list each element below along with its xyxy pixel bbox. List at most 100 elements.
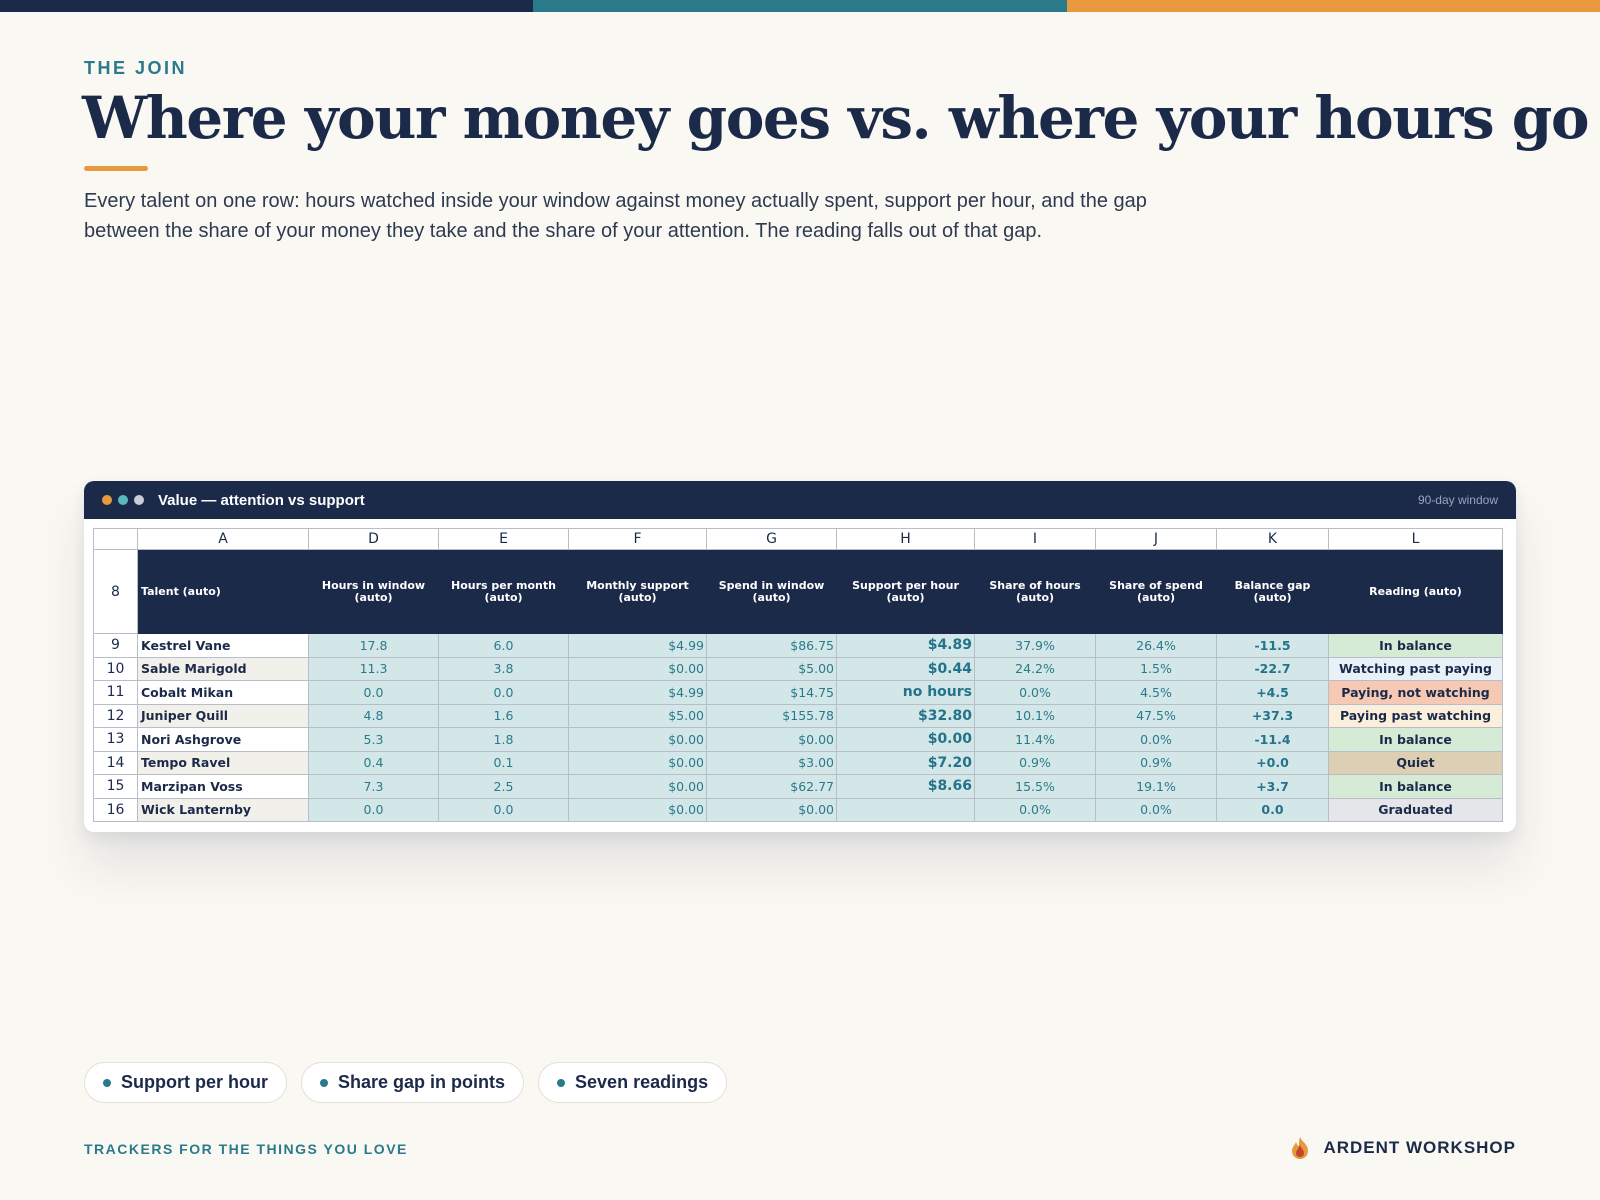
- cell-hours-window[interactable]: 0.4: [308, 750, 439, 775]
- header-cell-hours-window[interactable]: Hours in window (auto): [308, 549, 439, 634]
- header-cell-talent[interactable]: Talent (auto): [137, 549, 309, 634]
- cell-monthly-support[interactable]: $0.00: [568, 750, 707, 775]
- column-header[interactable]: K: [1216, 528, 1329, 550]
- cell-hours-month[interactable]: 0.0: [438, 680, 569, 705]
- cell-monthly-support[interactable]: $0.00: [568, 656, 707, 681]
- cell-hours-month[interactable]: 0.1: [438, 750, 569, 775]
- cell-support-per-hour[interactable]: $32.80: [836, 703, 975, 728]
- header-cell-reading[interactable]: Reading (auto): [1328, 549, 1503, 634]
- cell-hours-window[interactable]: 5.3: [308, 727, 439, 752]
- row-number[interactable]: 14: [93, 750, 138, 775]
- header-cell-hours-month[interactable]: Hours per month (auto): [438, 549, 569, 634]
- column-header[interactable]: G: [706, 528, 837, 550]
- cell-support-per-hour[interactable]: [836, 797, 975, 822]
- window-dot-orange[interactable]: [102, 495, 112, 505]
- cell-spend-window[interactable]: $86.75: [706, 633, 837, 658]
- cell-support-per-hour[interactable]: $0.44: [836, 656, 975, 681]
- cell-share-spend[interactable]: 19.1%: [1095, 774, 1217, 799]
- cell-share-spend[interactable]: 1.5%: [1095, 656, 1217, 681]
- cell-reading[interactable]: In balance: [1328, 633, 1503, 658]
- cell-hours-window[interactable]: 0.0: [308, 797, 439, 822]
- chip-support-per-hour[interactable]: Support per hour: [84, 1062, 287, 1103]
- cell-reading[interactable]: In balance: [1328, 774, 1503, 799]
- cell-support-per-hour[interactable]: $7.20: [836, 750, 975, 775]
- cell-balance-gap[interactable]: 0.0: [1216, 797, 1329, 822]
- header-cell-support-per-hour[interactable]: Support per hour (auto): [836, 549, 975, 634]
- cell-share-spend[interactable]: 47.5%: [1095, 703, 1217, 728]
- row-number[interactable]: 8: [93, 549, 138, 634]
- cell-monthly-support[interactable]: $0.00: [568, 797, 707, 822]
- cell-share-hours[interactable]: 24.2%: [974, 656, 1096, 681]
- row-number[interactable]: 11: [93, 680, 138, 705]
- cell-balance-gap[interactable]: -11.5: [1216, 633, 1329, 658]
- cell-reading[interactable]: In balance: [1328, 727, 1503, 752]
- cell-hours-window[interactable]: 0.0: [308, 680, 439, 705]
- header-cell-share-spend[interactable]: Share of spend (auto): [1095, 549, 1217, 634]
- cell-share-hours[interactable]: 10.1%: [974, 703, 1096, 728]
- window-dot-teal[interactable]: [118, 495, 128, 505]
- footer-brand[interactable]: ARDENT WORKSHOP: [1289, 1136, 1516, 1160]
- cell-spend-window[interactable]: $62.77: [706, 774, 837, 799]
- column-header[interactable]: I: [974, 528, 1096, 550]
- cell-share-hours[interactable]: 11.4%: [974, 727, 1096, 752]
- cell-share-spend[interactable]: 0.0%: [1095, 797, 1217, 822]
- cell-hours-window[interactable]: 17.8: [308, 633, 439, 658]
- cell-monthly-support[interactable]: $0.00: [568, 727, 707, 752]
- cell-hours-month[interactable]: 1.8: [438, 727, 569, 752]
- cell-balance-gap[interactable]: +4.5: [1216, 680, 1329, 705]
- cell-spend-window[interactable]: $14.75: [706, 680, 837, 705]
- column-header[interactable]: F: [568, 528, 707, 550]
- cell-share-spend[interactable]: 26.4%: [1095, 633, 1217, 658]
- cell-talent[interactable]: Marzipan Voss: [137, 774, 309, 799]
- cell-balance-gap[interactable]: +0.0: [1216, 750, 1329, 775]
- cell-share-hours[interactable]: 15.5%: [974, 774, 1096, 799]
- cell-share-hours[interactable]: 0.9%: [974, 750, 1096, 775]
- cell-share-hours[interactable]: 0.0%: [974, 797, 1096, 822]
- header-cell-balance-gap[interactable]: Balance gap (auto): [1216, 549, 1329, 634]
- cell-spend-window[interactable]: $0.00: [706, 797, 837, 822]
- corner-cell[interactable]: [93, 528, 138, 550]
- row-number[interactable]: 12: [93, 703, 138, 728]
- cell-hours-month[interactable]: 6.0: [438, 633, 569, 658]
- row-number[interactable]: 16: [93, 797, 138, 822]
- cell-reading[interactable]: Quiet: [1328, 750, 1503, 775]
- chip-share-gap[interactable]: Share gap in points: [301, 1062, 525, 1103]
- column-header[interactable]: A: [137, 528, 309, 550]
- chip-seven-readings[interactable]: Seven readings: [538, 1062, 728, 1103]
- column-header[interactable]: D: [308, 528, 439, 550]
- cell-balance-gap[interactable]: +3.7: [1216, 774, 1329, 799]
- window-dot-grey[interactable]: [134, 495, 144, 505]
- cell-spend-window[interactable]: $0.00: [706, 727, 837, 752]
- cell-monthly-support[interactable]: $4.99: [568, 680, 707, 705]
- cell-talent[interactable]: Kestrel Vane: [137, 633, 309, 658]
- cell-spend-window[interactable]: $5.00: [706, 656, 837, 681]
- header-cell-monthly-support[interactable]: Monthly support (auto): [568, 549, 707, 634]
- cell-hours-window[interactable]: 7.3: [308, 774, 439, 799]
- cell-hours-month[interactable]: 3.8: [438, 656, 569, 681]
- row-number[interactable]: 13: [93, 727, 138, 752]
- cell-support-per-hour[interactable]: no hours: [836, 680, 975, 705]
- cell-talent[interactable]: Tempo Ravel: [137, 750, 309, 775]
- cell-reading[interactable]: Graduated: [1328, 797, 1503, 822]
- cell-support-per-hour[interactable]: $4.89: [836, 633, 975, 658]
- cell-reading[interactable]: Paying past watching: [1328, 703, 1503, 728]
- cell-talent[interactable]: Wick Lanternby: [137, 797, 309, 822]
- cell-spend-window[interactable]: $3.00: [706, 750, 837, 775]
- cell-reading[interactable]: Paying, not watching: [1328, 680, 1503, 705]
- cell-hours-window[interactable]: 4.8: [308, 703, 439, 728]
- cell-share-spend[interactable]: 4.5%: [1095, 680, 1217, 705]
- cell-balance-gap[interactable]: -11.4: [1216, 727, 1329, 752]
- column-header[interactable]: J: [1095, 528, 1217, 550]
- cell-talent[interactable]: Cobalt Mikan: [137, 680, 309, 705]
- cell-balance-gap[interactable]: -22.7: [1216, 656, 1329, 681]
- cell-reading[interactable]: Watching past paying: [1328, 656, 1503, 681]
- cell-hours-month[interactable]: 0.0: [438, 797, 569, 822]
- cell-talent[interactable]: Nori Ashgrove: [137, 727, 309, 752]
- column-header[interactable]: E: [438, 528, 569, 550]
- cell-share-spend[interactable]: 0.9%: [1095, 750, 1217, 775]
- cell-support-per-hour[interactable]: $8.66: [836, 774, 975, 799]
- cell-monthly-support[interactable]: $5.00: [568, 703, 707, 728]
- cell-monthly-support[interactable]: $4.99: [568, 633, 707, 658]
- cell-hours-month[interactable]: 2.5: [438, 774, 569, 799]
- row-number[interactable]: 9: [93, 633, 138, 658]
